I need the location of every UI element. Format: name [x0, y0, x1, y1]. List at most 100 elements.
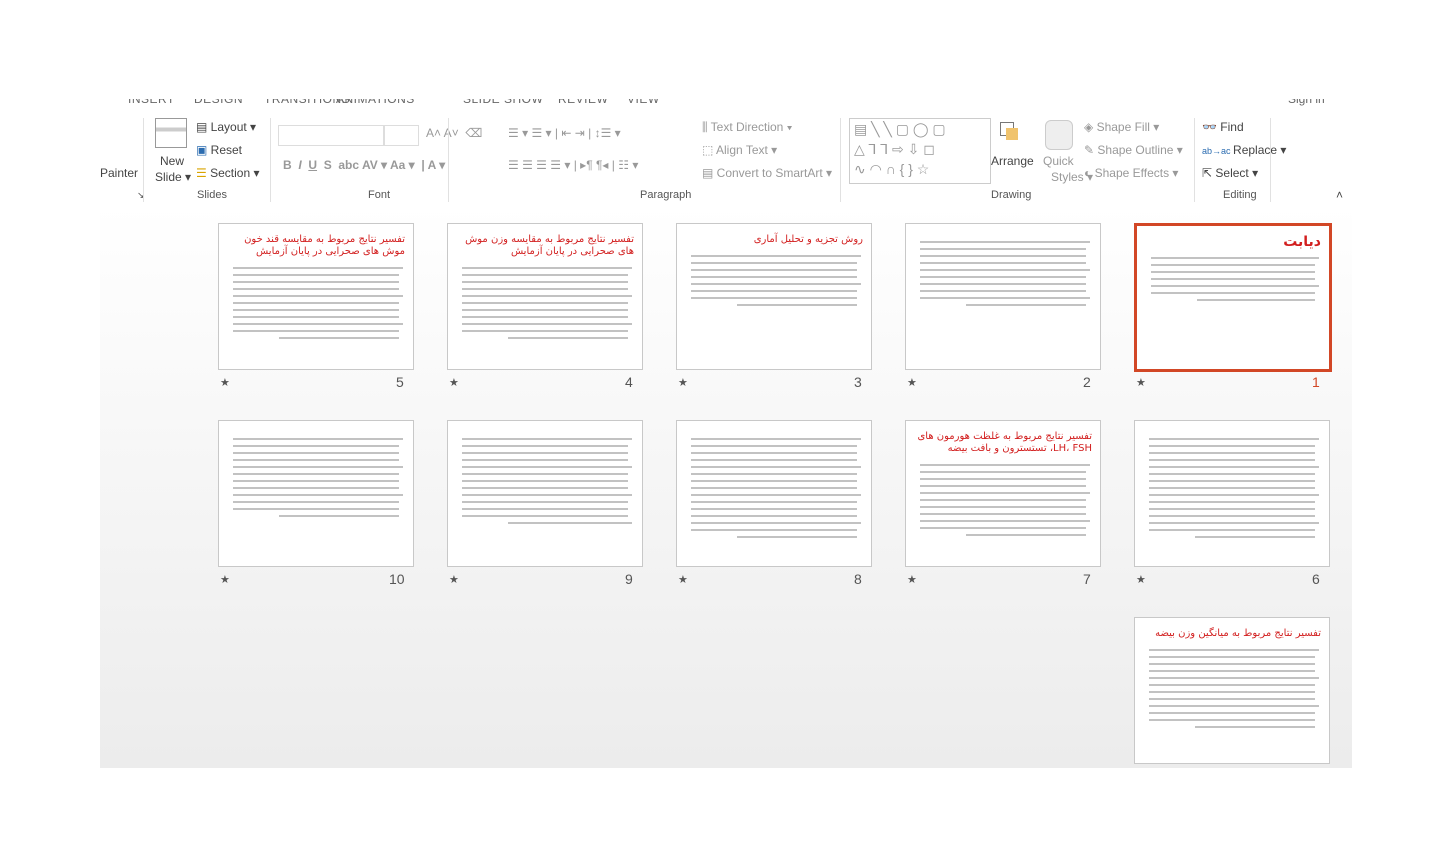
transition-star-icon[interactable]: ★: [678, 376, 688, 389]
shape-effects-button[interactable]: ◐ Shape Effects ▾: [1084, 166, 1178, 180]
slide-text-line: [920, 255, 1086, 257]
slide-text-line: [1197, 299, 1315, 301]
format-painter-button[interactable]: Painter: [100, 166, 138, 180]
shapes-gallery[interactable]: ▤ ╲ ╲ ▢ ◯ ▢ △ ⅂ ⅂ ⇨ ⇩ ◻ ∿ ◠ ∩ { } ☆: [849, 118, 991, 184]
shape-fill-button[interactable]: ◈ Shape Fill ▾: [1084, 120, 1159, 134]
transition-star-icon[interactable]: ★: [449, 573, 459, 586]
slide-text-line: [462, 501, 628, 503]
slide-text-line: [1149, 480, 1315, 482]
cursor-icon: ⇱: [1202, 166, 1216, 180]
find-label: Find: [1220, 120, 1244, 134]
slide-text-line: [233, 487, 399, 489]
replace-button[interactable]: ab→ac Replace ▾: [1202, 143, 1286, 157]
slide-text-line: [691, 480, 857, 482]
slide-text-line: [691, 269, 857, 271]
transition-star-icon[interactable]: ★: [1136, 376, 1146, 389]
tab-view[interactable]: VIEW: [627, 99, 660, 106]
ribbon-tabs: INSERT DESIGN TRANSITIONS ANIMATIONS SLIDE S…: [100, 90, 1352, 113]
list-icons[interactable]: ☰ ▾ ☰ ▾ | ⇤ ⇥ | ↕☰ ▾: [508, 126, 621, 140]
text-direction-button[interactable]: ⫼ Text Direction ▾: [702, 120, 793, 135]
slide-text-line: [1149, 445, 1315, 447]
slide-text-line: [691, 473, 857, 475]
replace-icon: ab→ac: [1202, 146, 1234, 156]
tab-design[interactable]: DESIGN: [194, 99, 243, 106]
slide-thumbnail[interactable]: روش تجزیه و تحلیل آماری: [676, 223, 872, 370]
align-text-button[interactable]: ⬚ Align Text ▾: [702, 143, 777, 157]
new-slide-button[interactable]: New: [160, 154, 184, 168]
slide-text-line: [1151, 292, 1315, 294]
tab-review[interactable]: REVIEW: [558, 99, 608, 106]
slide-text-line: [462, 323, 632, 325]
transition-star-icon[interactable]: ★: [907, 573, 917, 586]
text-direction-icon: ⫼: [702, 120, 711, 134]
new-slide-icon[interactable]: [155, 118, 187, 148]
font-size-combo[interactable]: [383, 125, 419, 146]
slide-thumbnail[interactable]: [1134, 420, 1330, 567]
slide-thumbnail[interactable]: تفسیر نتایج مربوط به میانگین وزن بیضه: [1134, 617, 1330, 764]
slide-thumbnail[interactable]: تفسیر نتایج مربوط به مقایسه وزن موش های …: [447, 223, 643, 370]
slide-text-line: [737, 536, 857, 538]
transition-star-icon[interactable]: ★: [1136, 573, 1146, 586]
slide-text-line: [920, 478, 1086, 480]
ribbon: Painter ↘ New Slide ▾ ▤ Layout ▾ ▣ Reset…: [100, 112, 1352, 206]
slide-text-line: [233, 288, 399, 290]
slide-text-line: [920, 290, 1086, 292]
slide-text-line: [462, 445, 628, 447]
slide-text-line: [1149, 705, 1319, 707]
slide-text-line: [920, 297, 1090, 299]
slide-text-line: [233, 295, 403, 297]
slide-thumbnail[interactable]: تفسیر نتایج مربوط به غلظت هورمون های LH،…: [905, 420, 1101, 567]
slide-text-line: [920, 527, 1086, 529]
slide-text-line: [691, 529, 857, 531]
slide-text-line: [920, 520, 1090, 522]
slide-text-line: [691, 445, 857, 447]
slide-text-line: [691, 290, 857, 292]
font-format-icons[interactable]: B I U S abc AV ▾ Aa ▾ | A ▾: [283, 158, 445, 172]
transition-star-icon[interactable]: ★: [907, 376, 917, 389]
arrange-button[interactable]: Arrange: [991, 154, 1034, 168]
find-button[interactable]: 👓 Find: [1202, 120, 1244, 134]
layout-button[interactable]: ▤ Layout ▾: [196, 120, 256, 134]
shape-fill-label: Shape Fill ▾: [1096, 120, 1160, 134]
slide-thumbnail[interactable]: [905, 223, 1101, 370]
drawing-group-label: Drawing: [991, 189, 1032, 201]
slide-thumbnail[interactable]: دیابت: [1134, 223, 1332, 372]
paragraph-group-label: Paragraph: [640, 189, 692, 201]
align-icons[interactable]: ☰ ☰ ☰ ☰ ▾ | ▸¶ ¶◂ | ☷ ▾: [508, 158, 638, 172]
slide-text-line: [1149, 473, 1315, 475]
slide-thumbnail[interactable]: تفسیر نتایج مربوط به مقایسه قند خون موش …: [218, 223, 414, 370]
reset-button[interactable]: ▣ Reset: [196, 143, 242, 157]
quick-styles-button[interactable]: Quick: [1043, 154, 1074, 168]
tab-slide-show[interactable]: SLIDE SHOW: [463, 99, 543, 106]
slide-text-line: [1151, 285, 1319, 287]
tab-insert[interactable]: INSERT: [128, 99, 175, 106]
slide-thumbnail[interactable]: [218, 420, 414, 567]
slide-text-line: [920, 464, 1090, 466]
transition-star-icon[interactable]: ★: [220, 573, 230, 586]
slide-text-line: [1149, 691, 1315, 693]
font-size-icons[interactable]: A˄ A˅ ⌫: [426, 126, 482, 140]
slide-number: 7: [1083, 571, 1091, 587]
slide-number: 9: [625, 571, 633, 587]
slide-thumbnail[interactable]: [676, 420, 872, 567]
new-slide-dropdown[interactable]: Slide ▾: [155, 170, 191, 184]
convert-smartart-button[interactable]: ▤ Convert to SmartArt ▾: [702, 166, 832, 180]
tab-animations[interactable]: ANIMATIONS: [336, 99, 415, 106]
slide-number: 4: [625, 374, 633, 390]
slide-text-line: [691, 262, 857, 264]
font-name-combo[interactable]: [278, 125, 385, 146]
transition-star-icon[interactable]: ★: [449, 376, 459, 389]
slide-text-line: [737, 304, 857, 306]
slide-text-line: [462, 309, 628, 311]
select-button[interactable]: ⇱ Select ▾: [1202, 166, 1258, 180]
slide-text-line: [462, 274, 628, 276]
slide-thumbnail[interactable]: [447, 420, 643, 567]
slide-text-line: [1151, 278, 1315, 280]
section-button[interactable]: ☰ Section ▾: [196, 166, 259, 180]
transition-star-icon[interactable]: ★: [678, 573, 688, 586]
slide-text-line: [233, 445, 399, 447]
collapse-ribbon-icon[interactable]: ˄: [1336, 188, 1343, 202]
transition-star-icon[interactable]: ★: [220, 376, 230, 389]
shape-outline-button[interactable]: ✎ Shape Outline ▾: [1084, 143, 1183, 157]
slide-text-line: [462, 466, 632, 468]
